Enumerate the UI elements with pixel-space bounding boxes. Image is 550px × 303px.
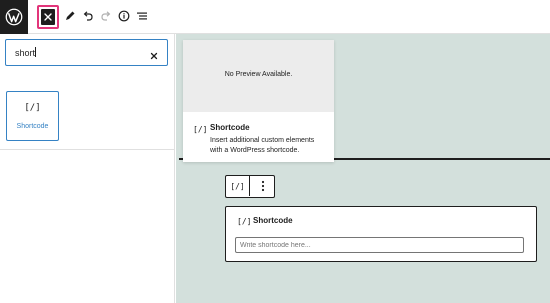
close-inserter-button[interactable] xyxy=(37,5,59,29)
shortcode-icon: [/] xyxy=(193,125,208,134)
wordpress-logo-icon[interactable] xyxy=(0,0,28,34)
shortcode-input[interactable] xyxy=(235,237,524,253)
shortcode-icon: [/] xyxy=(24,103,41,113)
shortcode-icon: [/] xyxy=(237,217,252,226)
shortcode-block-title: Shortcode xyxy=(253,216,293,225)
preview-title: Shortcode xyxy=(210,123,250,132)
preview-description: Insert additional custom elements with a… xyxy=(210,137,315,154)
more-vertical-icon[interactable] xyxy=(251,176,274,196)
preview-placeholder: No Preview Available. xyxy=(224,71,293,78)
block-type-button[interactable]: [/] xyxy=(226,176,250,196)
redo-icon[interactable] xyxy=(99,9,113,23)
close-icon xyxy=(41,9,55,25)
block-toolbar: [/] xyxy=(225,175,275,198)
search-input-value: short xyxy=(15,47,37,58)
pencil-icon[interactable] xyxy=(63,9,77,23)
block-result-shortcode[interactable]: [/] Shortcode xyxy=(6,91,59,141)
block-search-input[interactable]: short xyxy=(5,39,168,66)
undo-icon[interactable] xyxy=(81,9,95,23)
shortcode-block[interactable]: [/] Shortcode xyxy=(225,206,537,262)
clear-search-icon[interactable] xyxy=(149,48,159,60)
info-icon[interactable] xyxy=(117,9,131,23)
editor-top-toolbar xyxy=(0,0,550,34)
block-inserter-panel: short [/] Shortcode xyxy=(0,34,175,303)
panel-divider xyxy=(0,149,174,150)
block-result-label: Shortcode xyxy=(16,123,49,130)
block-preview-popover: No Preview Available. [/] Shortcode Inse… xyxy=(183,40,334,162)
preview-area: No Preview Available. xyxy=(183,40,334,112)
list-view-icon[interactable] xyxy=(135,9,149,23)
